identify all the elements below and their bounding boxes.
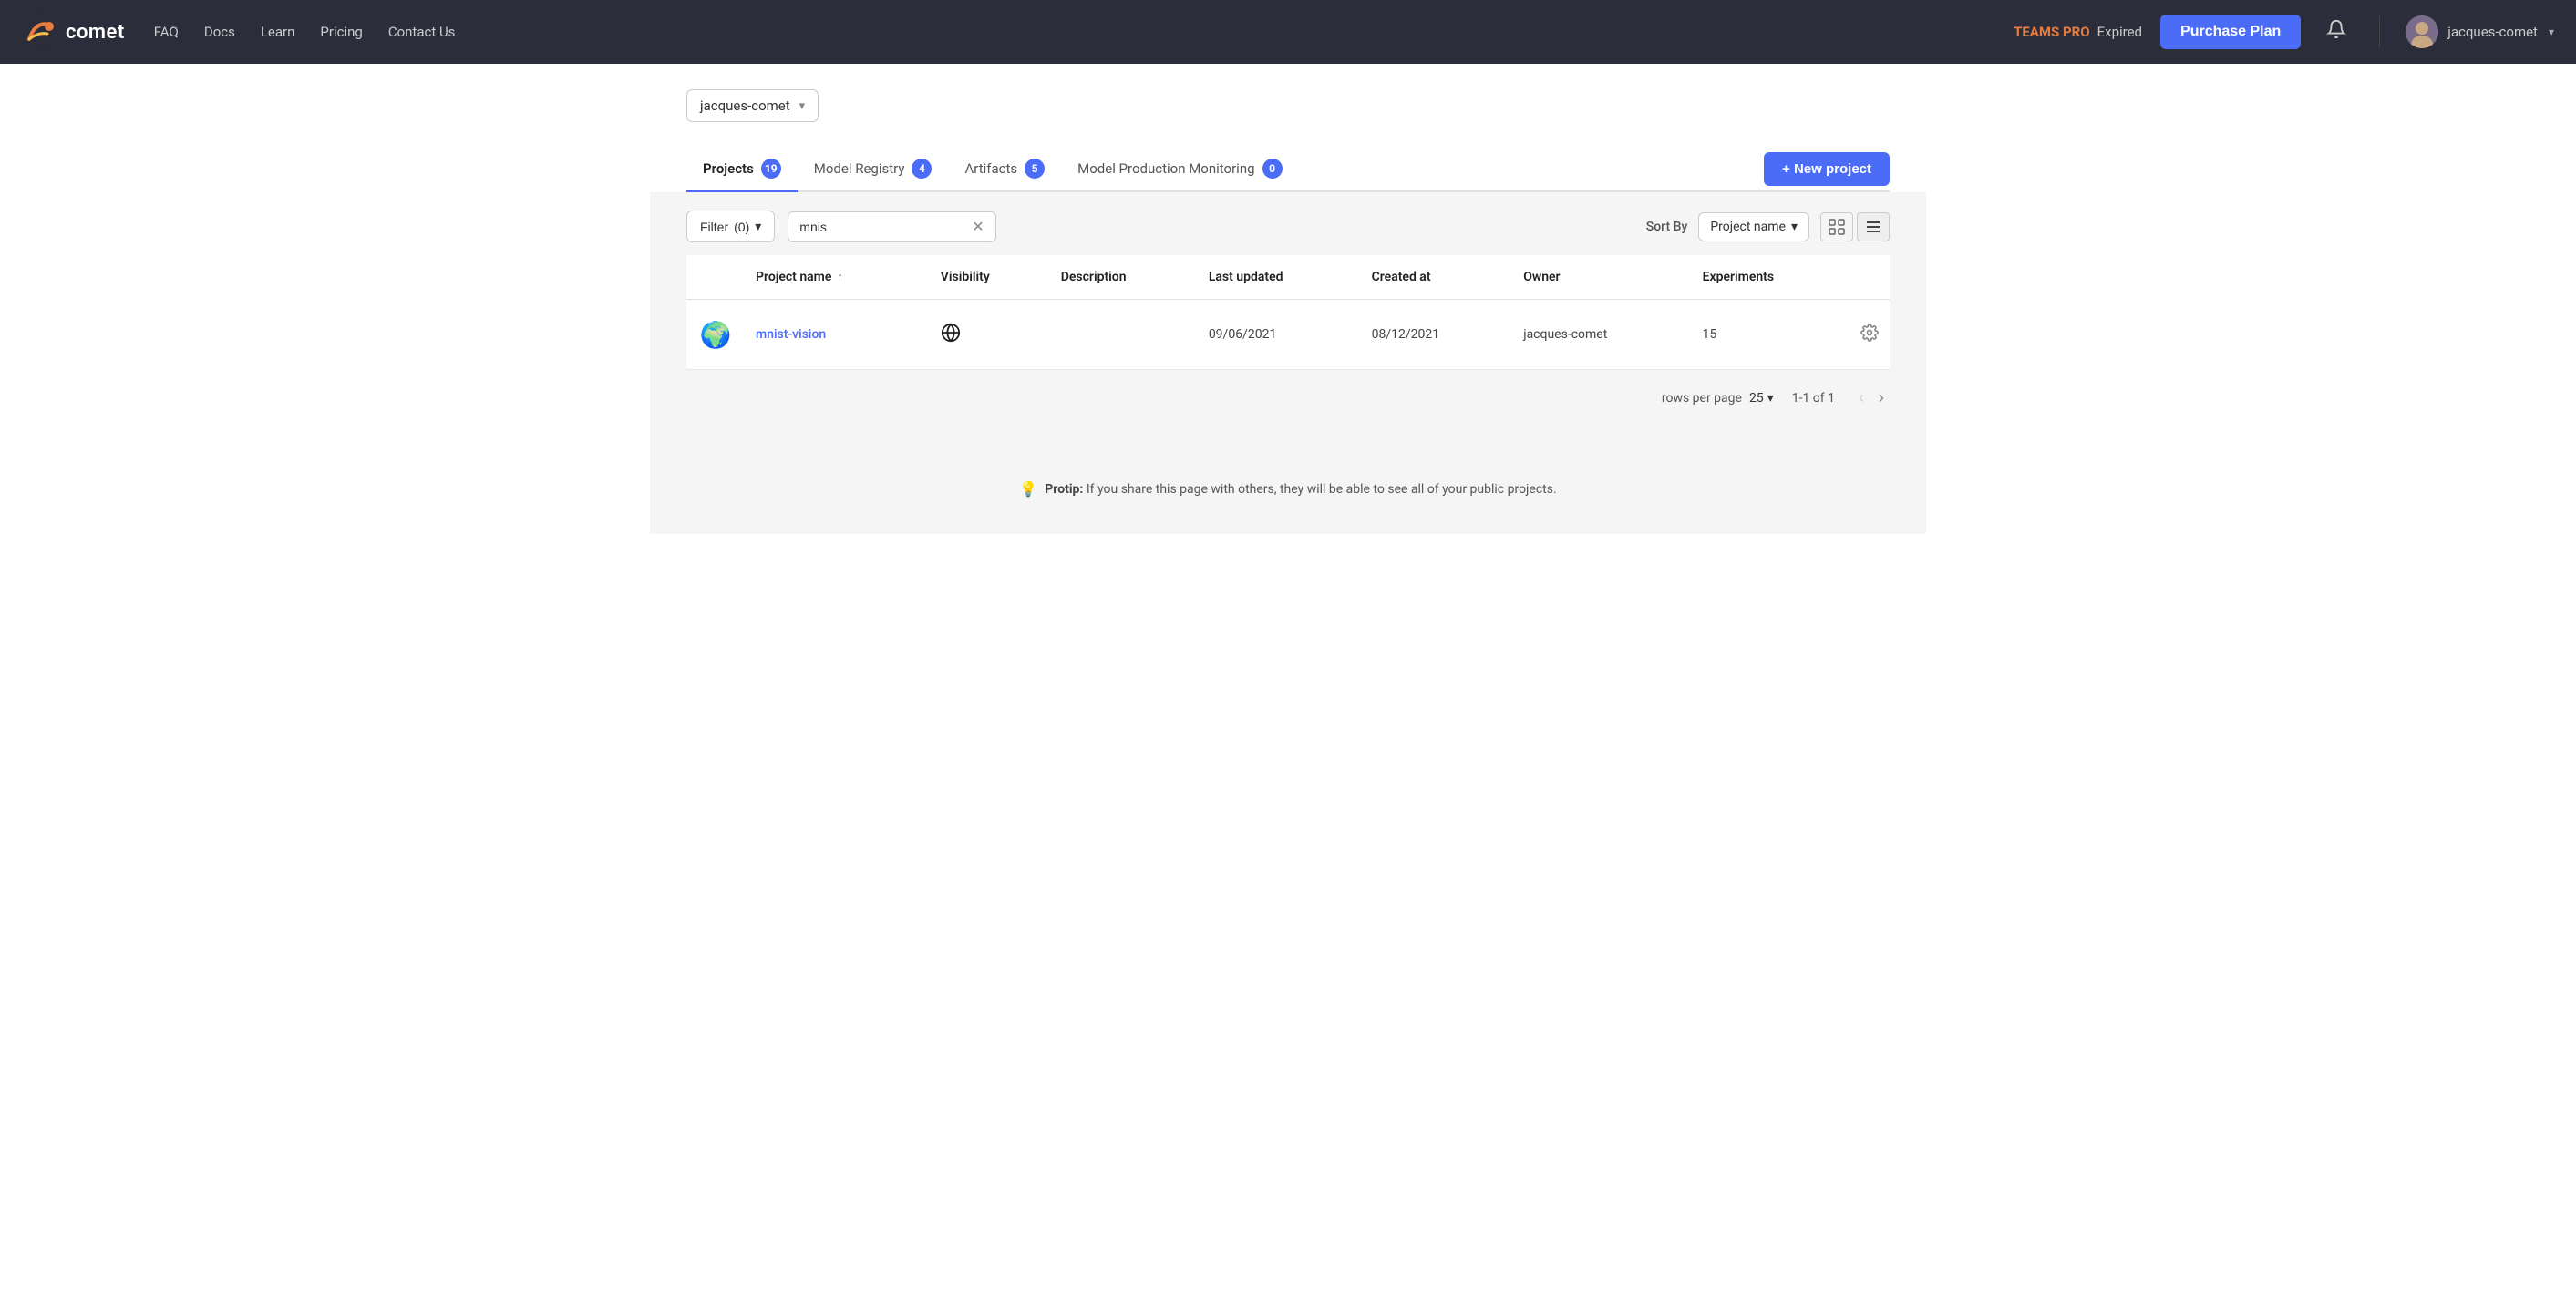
last-updated-cell: 09/06/2021 xyxy=(1198,300,1361,370)
logo-text: comet xyxy=(66,21,125,44)
clear-search-button[interactable]: ✕ xyxy=(972,218,984,236)
rows-per-page-dropdown[interactable]: 25 ▾ xyxy=(1749,391,1774,406)
protip-text: 💡 Protip: If you share this page with ot… xyxy=(686,480,1890,498)
workspace-name: jacques-comet xyxy=(700,98,790,114)
sort-by-label: Sort By xyxy=(1646,220,1688,234)
project-icon: 🌍 xyxy=(697,316,734,353)
navbar-right: TEAMS PRO Expired Purchase Plan jacques-… xyxy=(2014,15,2554,49)
col-project-name[interactable]: Project name ↑ xyxy=(745,255,930,300)
sort-arrow-icon: ↑ xyxy=(837,270,843,284)
experiments-cell: 15 xyxy=(1692,300,1850,370)
table-area: Project name ↑ Visibility Description La… xyxy=(650,255,1926,444)
nav-links: FAQ Docs Learn Pricing Contact Us xyxy=(154,24,2014,40)
project-name-link[interactable]: mnist-vision xyxy=(756,327,826,342)
search-input[interactable] xyxy=(799,220,964,234)
rows-per-page-value: 25 xyxy=(1749,391,1764,406)
nav-docs[interactable]: Docs xyxy=(204,24,235,40)
teams-pro-status: TEAMS PRO Expired xyxy=(2014,24,2142,40)
tabs-left: Projects 19 Model Registry 4 Artifacts 5… xyxy=(686,148,1764,190)
table-row: 🌍 mnist-vision xyxy=(686,300,1890,370)
teams-pro-label: TEAMS PRO xyxy=(2014,24,2090,40)
project-icon-cell: 🌍 xyxy=(686,300,745,370)
navbar-divider xyxy=(2379,15,2380,48)
filter-button[interactable]: Filter (0) ▾ xyxy=(686,211,775,242)
navbar: comet FAQ Docs Learn Pricing Contact Us … xyxy=(0,0,2576,64)
nav-learn[interactable]: Learn xyxy=(261,24,295,40)
protip-area: 💡 Protip: If you share this page with ot… xyxy=(650,444,1926,534)
protip-bold: Protip: xyxy=(1045,482,1083,497)
filter-count: (0) xyxy=(734,220,749,234)
col-last-updated[interactable]: Last updated xyxy=(1198,255,1361,300)
expired-label: Expired xyxy=(2097,24,2142,40)
purchase-plan-button[interactable]: Purchase Plan xyxy=(2160,15,2301,49)
visibility-cell xyxy=(930,300,1050,370)
next-page-button[interactable]: › xyxy=(1873,385,1890,411)
created-at-cell: 08/12/2021 xyxy=(1361,300,1513,370)
tab-model-production-label: Model Production Monitoring xyxy=(1077,160,1254,177)
tabs-row: Projects 19 Model Registry 4 Artifacts 5… xyxy=(686,148,1890,192)
tab-model-registry-label: Model Registry xyxy=(814,160,905,177)
public-visibility-icon xyxy=(941,325,961,347)
tab-artifacts-badge: 5 xyxy=(1025,159,1045,179)
tab-model-production[interactable]: Model Production Monitoring 0 xyxy=(1061,148,1298,192)
sort-dropdown[interactable]: Project name ▾ xyxy=(1698,212,1809,241)
tab-model-registry-badge: 4 xyxy=(912,159,932,179)
tab-model-production-badge: 0 xyxy=(1262,159,1283,179)
avatar xyxy=(2406,15,2438,48)
pagination-row: rows per page 25 ▾ 1-1 of 1 ‹ › xyxy=(650,370,1926,426)
view-toggle xyxy=(1820,212,1890,241)
workspace-chevron-icon: ▾ xyxy=(799,99,806,113)
col-description: Description xyxy=(1050,255,1198,300)
new-project-button[interactable]: + New project xyxy=(1764,152,1890,186)
filter-label: Filter xyxy=(700,220,728,234)
main-container: jacques-comet ▾ Projects 19 Model Regist… xyxy=(0,64,2576,1305)
tab-artifacts-label: Artifacts xyxy=(964,160,1017,177)
col-created-at[interactable]: Created at xyxy=(1361,255,1513,300)
tab-artifacts[interactable]: Artifacts 5 xyxy=(948,148,1061,192)
notification-button[interactable] xyxy=(2319,15,2354,48)
nav-faq[interactable]: FAQ xyxy=(154,24,179,40)
project-name-cell: mnist-vision xyxy=(745,300,930,370)
list-view-button[interactable] xyxy=(1857,212,1890,241)
col-owner: Owner xyxy=(1512,255,1691,300)
sort-chevron-icon: ▾ xyxy=(1791,220,1798,234)
tab-model-registry[interactable]: Model Registry 4 xyxy=(798,148,949,192)
col-visibility[interactable]: Visibility xyxy=(930,255,1050,300)
rows-per-page: rows per page 25 ▾ xyxy=(1662,391,1774,406)
user-name: jacques-comet xyxy=(2447,24,2538,40)
chevron-down-icon: ▾ xyxy=(2549,26,2554,38)
rows-dropdown-chevron-icon: ▾ xyxy=(1767,391,1774,406)
workspace-selector[interactable]: jacques-comet ▾ xyxy=(686,89,819,122)
grid-view-button[interactable] xyxy=(1820,212,1853,241)
search-box: ✕ xyxy=(788,211,995,242)
bulb-icon: 💡 xyxy=(1019,480,1037,498)
table-header-row: Project name ↑ Visibility Description La… xyxy=(686,255,1890,300)
user-menu[interactable]: jacques-comet ▾ xyxy=(2406,15,2554,48)
protip-message: If you share this page with others, they… xyxy=(1087,482,1557,497)
rows-per-page-label: rows per page xyxy=(1662,391,1742,406)
prev-page-button[interactable]: ‹ xyxy=(1853,385,1870,411)
projects-table: Project name ↑ Visibility Description La… xyxy=(686,255,1890,370)
filter-chevron-icon: ▾ xyxy=(755,219,761,234)
sort-area: Sort By Project name ▾ xyxy=(1646,212,1890,241)
col-experiments: Experiments xyxy=(1692,255,1850,300)
tab-projects-label: Projects xyxy=(703,160,754,177)
page-nav: ‹ › xyxy=(1853,385,1890,411)
logo[interactable]: comet xyxy=(22,14,125,50)
nav-contact[interactable]: Contact Us xyxy=(388,24,456,40)
page-info: 1-1 of 1 xyxy=(1792,391,1835,406)
tab-projects-badge: 19 xyxy=(761,159,781,179)
project-settings-button[interactable] xyxy=(1860,324,1879,346)
filter-row: Filter (0) ▾ ✕ Sort By Project name ▾ xyxy=(650,192,1926,255)
description-cell xyxy=(1050,300,1198,370)
settings-cell xyxy=(1850,300,1890,370)
tab-projects[interactable]: Projects 19 xyxy=(686,148,798,192)
content-area: jacques-comet ▾ Projects 19 Model Regist… xyxy=(650,64,1926,534)
sort-value: Project name xyxy=(1710,220,1786,234)
nav-pricing[interactable]: Pricing xyxy=(320,24,362,40)
owner-cell: jacques-comet xyxy=(1512,300,1691,370)
